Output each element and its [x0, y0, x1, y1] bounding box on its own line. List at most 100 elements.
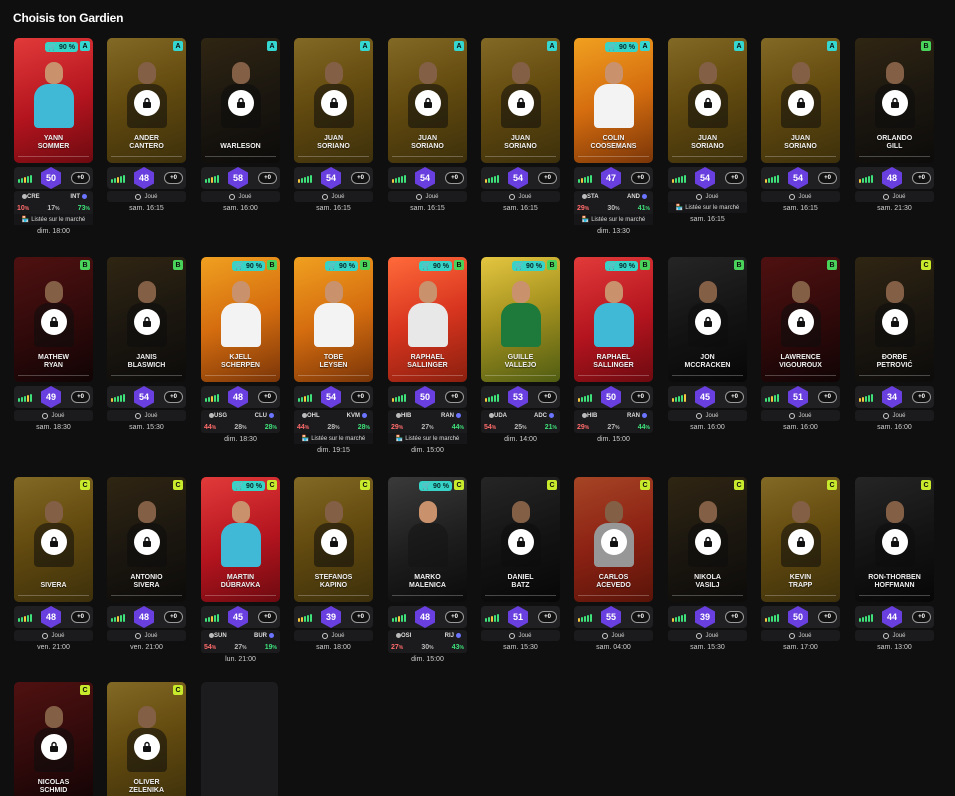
score-bar [307, 395, 309, 402]
odds-value: 27% [421, 424, 434, 431]
score-bar [774, 395, 776, 402]
player-cell[interactable]: C Carlos Acevedo 55 +0 Joué sam. 04:00 [574, 477, 653, 651]
score-bar [681, 615, 683, 622]
market-listing[interactable]: 🏪 Listée sur le marché [14, 214, 93, 225]
player-card[interactable]: B JON MCCRACKEN [668, 257, 747, 382]
player-card[interactable]: A JUAN SORIANO [481, 38, 560, 163]
player-card[interactable]: C 🛒 90 % MARTIN DÚBRAVKA [201, 477, 280, 602]
score-bar [392, 618, 394, 622]
player-card[interactable]: C 🛒 90 % MARKO MALENICA [388, 477, 467, 602]
player-card[interactable]: A 🛒 90 % YANN SOMMER [14, 38, 93, 163]
player-card[interactable]: B JANIS BLASWICH [107, 257, 186, 382]
player-cell[interactable]: C KEVIN TRAPP 50 +0 Joué sam. 17:00 [761, 477, 840, 651]
recent-scores [111, 614, 125, 622]
average-score: 51 [508, 606, 528, 628]
percent-sign: % [242, 645, 247, 651]
player-cell[interactable]: A JUAN SORIANO 54 +0 Joué sam. 16:15 [388, 38, 467, 212]
player-card[interactable]: C NIKOLA VASILJ [668, 477, 747, 602]
player-card[interactable]: A 🛒 90 % COLIN COOSEMANS [574, 38, 653, 163]
away-team-icon [456, 412, 461, 418]
lock-icon [881, 309, 908, 335]
player-cell[interactable]: B 🛒 90 % RAPHAEL SALLINGER 50 +0 HIB RAN 29% 27% 4… [574, 257, 653, 443]
player-cell[interactable]: C ĐORĐE PETROVIĆ 34 +0 Joué sam. 16:00 [855, 257, 934, 431]
player-cell[interactable]: A 🛒 90 % YANN SOMMER 50 +0 CRE INT 10% 17% 73% 🏪 Lis… [14, 38, 93, 235]
kickoff-time: sam. 16:15 [410, 205, 445, 212]
player-cell[interactable]: C ANTONIO SIVERA 48 +0 Joué ven. 21:00 [107, 477, 186, 651]
score-bar [401, 615, 403, 622]
player-card[interactable]: B MATHEW RYAN [14, 257, 93, 382]
player-card[interactable]: C KEVIN TRAPP [761, 477, 840, 602]
market-listing[interactable]: 🏪 Listée sur le marché [388, 433, 467, 444]
played-status: Joué [107, 191, 186, 202]
average-score: 50 [788, 606, 808, 628]
market-listing[interactable]: 🏪 Listée sur le marché [668, 202, 747, 213]
player-cell[interactable]: C OLIVER ZELENIKA [107, 682, 186, 796]
player-head [604, 62, 623, 84]
player-card[interactable]: B 🛒 90 % Raphael Sallinger [388, 257, 467, 382]
player-cell[interactable]: C STEFANOS KAPINO 39 +0 Joué sam. 18:00 [294, 477, 373, 651]
player-cell[interactable]: C 🛒 90 % MARTIN DÚBRAVKA 45 +0 SUN BUR 54% 27% 19%… [201, 477, 280, 663]
player-cell[interactable]: C SIVERA 48 +0 Joué ven. 21:00 [14, 477, 93, 651]
player-cell[interactable]: A JUAN SORIANO 54 +0 Joué sam. 16:15 [761, 38, 840, 212]
probability-value: 90 % [526, 262, 542, 270]
player-head [418, 62, 437, 84]
away-team-icon [642, 412, 647, 418]
player-cell[interactable]: B ORLANDO GILL 48 +0 Joué sam. 21:30 [855, 38, 934, 212]
player-card[interactable]: C ANTONIO SIVERA [107, 477, 186, 602]
player-cell[interactable]: B JON MCCRACKEN 45 +0 Joué sam. 16:00 [668, 257, 747, 431]
player-cell[interactable]: B MATHEW RYAN 49 +0 Joué sam. 18:30 [14, 257, 93, 431]
market-listing[interactable]: 🏪 Listée sur le marché [574, 214, 653, 225]
player-card[interactable]: B 🛒 90 % TOBE LEYSEN [294, 257, 373, 382]
player-card[interactable]: C ĐORĐE PETROVIĆ [855, 257, 934, 382]
player-cell[interactable]: A 🛒 90 % COLIN COOSEMANS 47 +0 STA AND 29% 30% 41%… [574, 38, 653, 235]
player-cell[interactable]: B 🛒 90 % TOBE LEYSEN 54 +0 OHL KVM 44% 28% 28% 🏪 Lis… [294, 257, 373, 454]
player-card[interactable]: B ORLANDO GILL [855, 38, 934, 163]
player-card[interactable]: C OLIVER ZELENIKA [107, 682, 186, 796]
stats-bar: 51 +0 [481, 606, 560, 628]
player-cell[interactable]: B 🛒 90 % Raphael Sallinger 50 +0 HIB RAN 29% 27% 4… [388, 257, 467, 454]
player-cell[interactable]: A JUAN SORIANO 54 +0 Joué 🏪 Listée sur le marc… [668, 38, 747, 223]
player-cell[interactable]: B 🛒 90 % KJELL SCHERPEN 48 +0 USG CLU 44% 28% 28% d… [201, 257, 280, 443]
market-listing[interactable]: 🏪 Listée sur le marché [294, 433, 373, 444]
player-cell[interactable]: B 🛒 90 % GUILLE VALLEJO 53 +0 UDA ADC 54% 25% 21% d… [481, 257, 560, 443]
score-bar [675, 397, 677, 402]
kickoff-time: dim. 19:15 [317, 447, 350, 454]
player-card[interactable]: B 🛒 90 % RAPHAEL SALLINGER [574, 257, 653, 382]
recent-scores [578, 394, 592, 402]
player-card[interactable]: C NICOLAS SCHMID [14, 682, 93, 796]
player-cell[interactable]: B JANIS BLASWICH 54 +0 Joué sam. 15:30 [107, 257, 186, 431]
player-cell[interactable]: C 🛒 90 % MARKO MALENICA 48 +0 OSI RIJ 27% 30% 43% d… [388, 477, 467, 663]
player-cell[interactable]: B LAWRENCE VIGOUROUX 51 +0 Joué sam. 16:00 [761, 257, 840, 431]
player-card[interactable]: B 🛒 90 % KJELL SCHERPEN [201, 257, 280, 382]
player-cell[interactable]: A ANDER CANTERO 48 +0 Joué sam. 16:15 [107, 38, 186, 212]
player-cell[interactable]: C RON-THORBEN HOFFMANN 44 +0 Joué sam. 13:00 [855, 477, 934, 651]
player-card[interactable]: A JUAN SORIANO [388, 38, 467, 163]
player-card[interactable]: C RON-THORBEN HOFFMANN [855, 477, 934, 602]
score-bar [672, 618, 674, 622]
player-card[interactable]: A JUAN SORIANO [761, 38, 840, 163]
score-bar [862, 617, 864, 622]
match-info: Joué [761, 191, 840, 202]
player-card[interactable]: C DANIEL BATZ [481, 477, 560, 602]
player-card[interactable]: B LAWRENCE VIGOUROUX [761, 257, 840, 382]
bonus-badge: +0 [71, 391, 90, 403]
home-team: STA [587, 194, 599, 201]
player-card[interactable]: A JUAN SORIANO [668, 38, 747, 163]
player-cell[interactable]: A WARLESON 58 +0 Joué sam. 16:00 [201, 38, 280, 212]
player-cell[interactable]: A JUAN SORIANO 54 +0 Joué sam. 16:15 [481, 38, 560, 212]
player-card[interactable]: A JUAN SORIANO [294, 38, 373, 163]
player-cell[interactable]: C NICOLAS SCHMID [14, 682, 93, 796]
home-team: HIB [401, 413, 412, 420]
player-name: LAWRENCE VIGOUROUX [779, 354, 822, 369]
player-cell[interactable]: C DANIEL BATZ 51 +0 Joué sam. 15:30 [481, 477, 560, 651]
player-card[interactable]: C STEFANOS KAPINO [294, 477, 373, 602]
player-name: JUAN SORIANO [784, 135, 817, 150]
player-cell[interactable]: A JUAN SORIANO 54 +0 Joué sam. 16:15 [294, 38, 373, 212]
player-card[interactable]: A ANDER CANTERO [107, 38, 186, 163]
player-card[interactable]: A WARLESON [201, 38, 280, 163]
player-card[interactable]: B 🛒 90 % GUILLE VALLEJO [481, 257, 560, 382]
lock-icon [133, 309, 160, 335]
player-card[interactable]: C SIVERA [14, 477, 93, 602]
player-cell[interactable]: C NIKOLA VASILJ 39 +0 Joué sam. 15:30 [668, 477, 747, 651]
player-card[interactable]: C Carlos Acevedo [574, 477, 653, 602]
